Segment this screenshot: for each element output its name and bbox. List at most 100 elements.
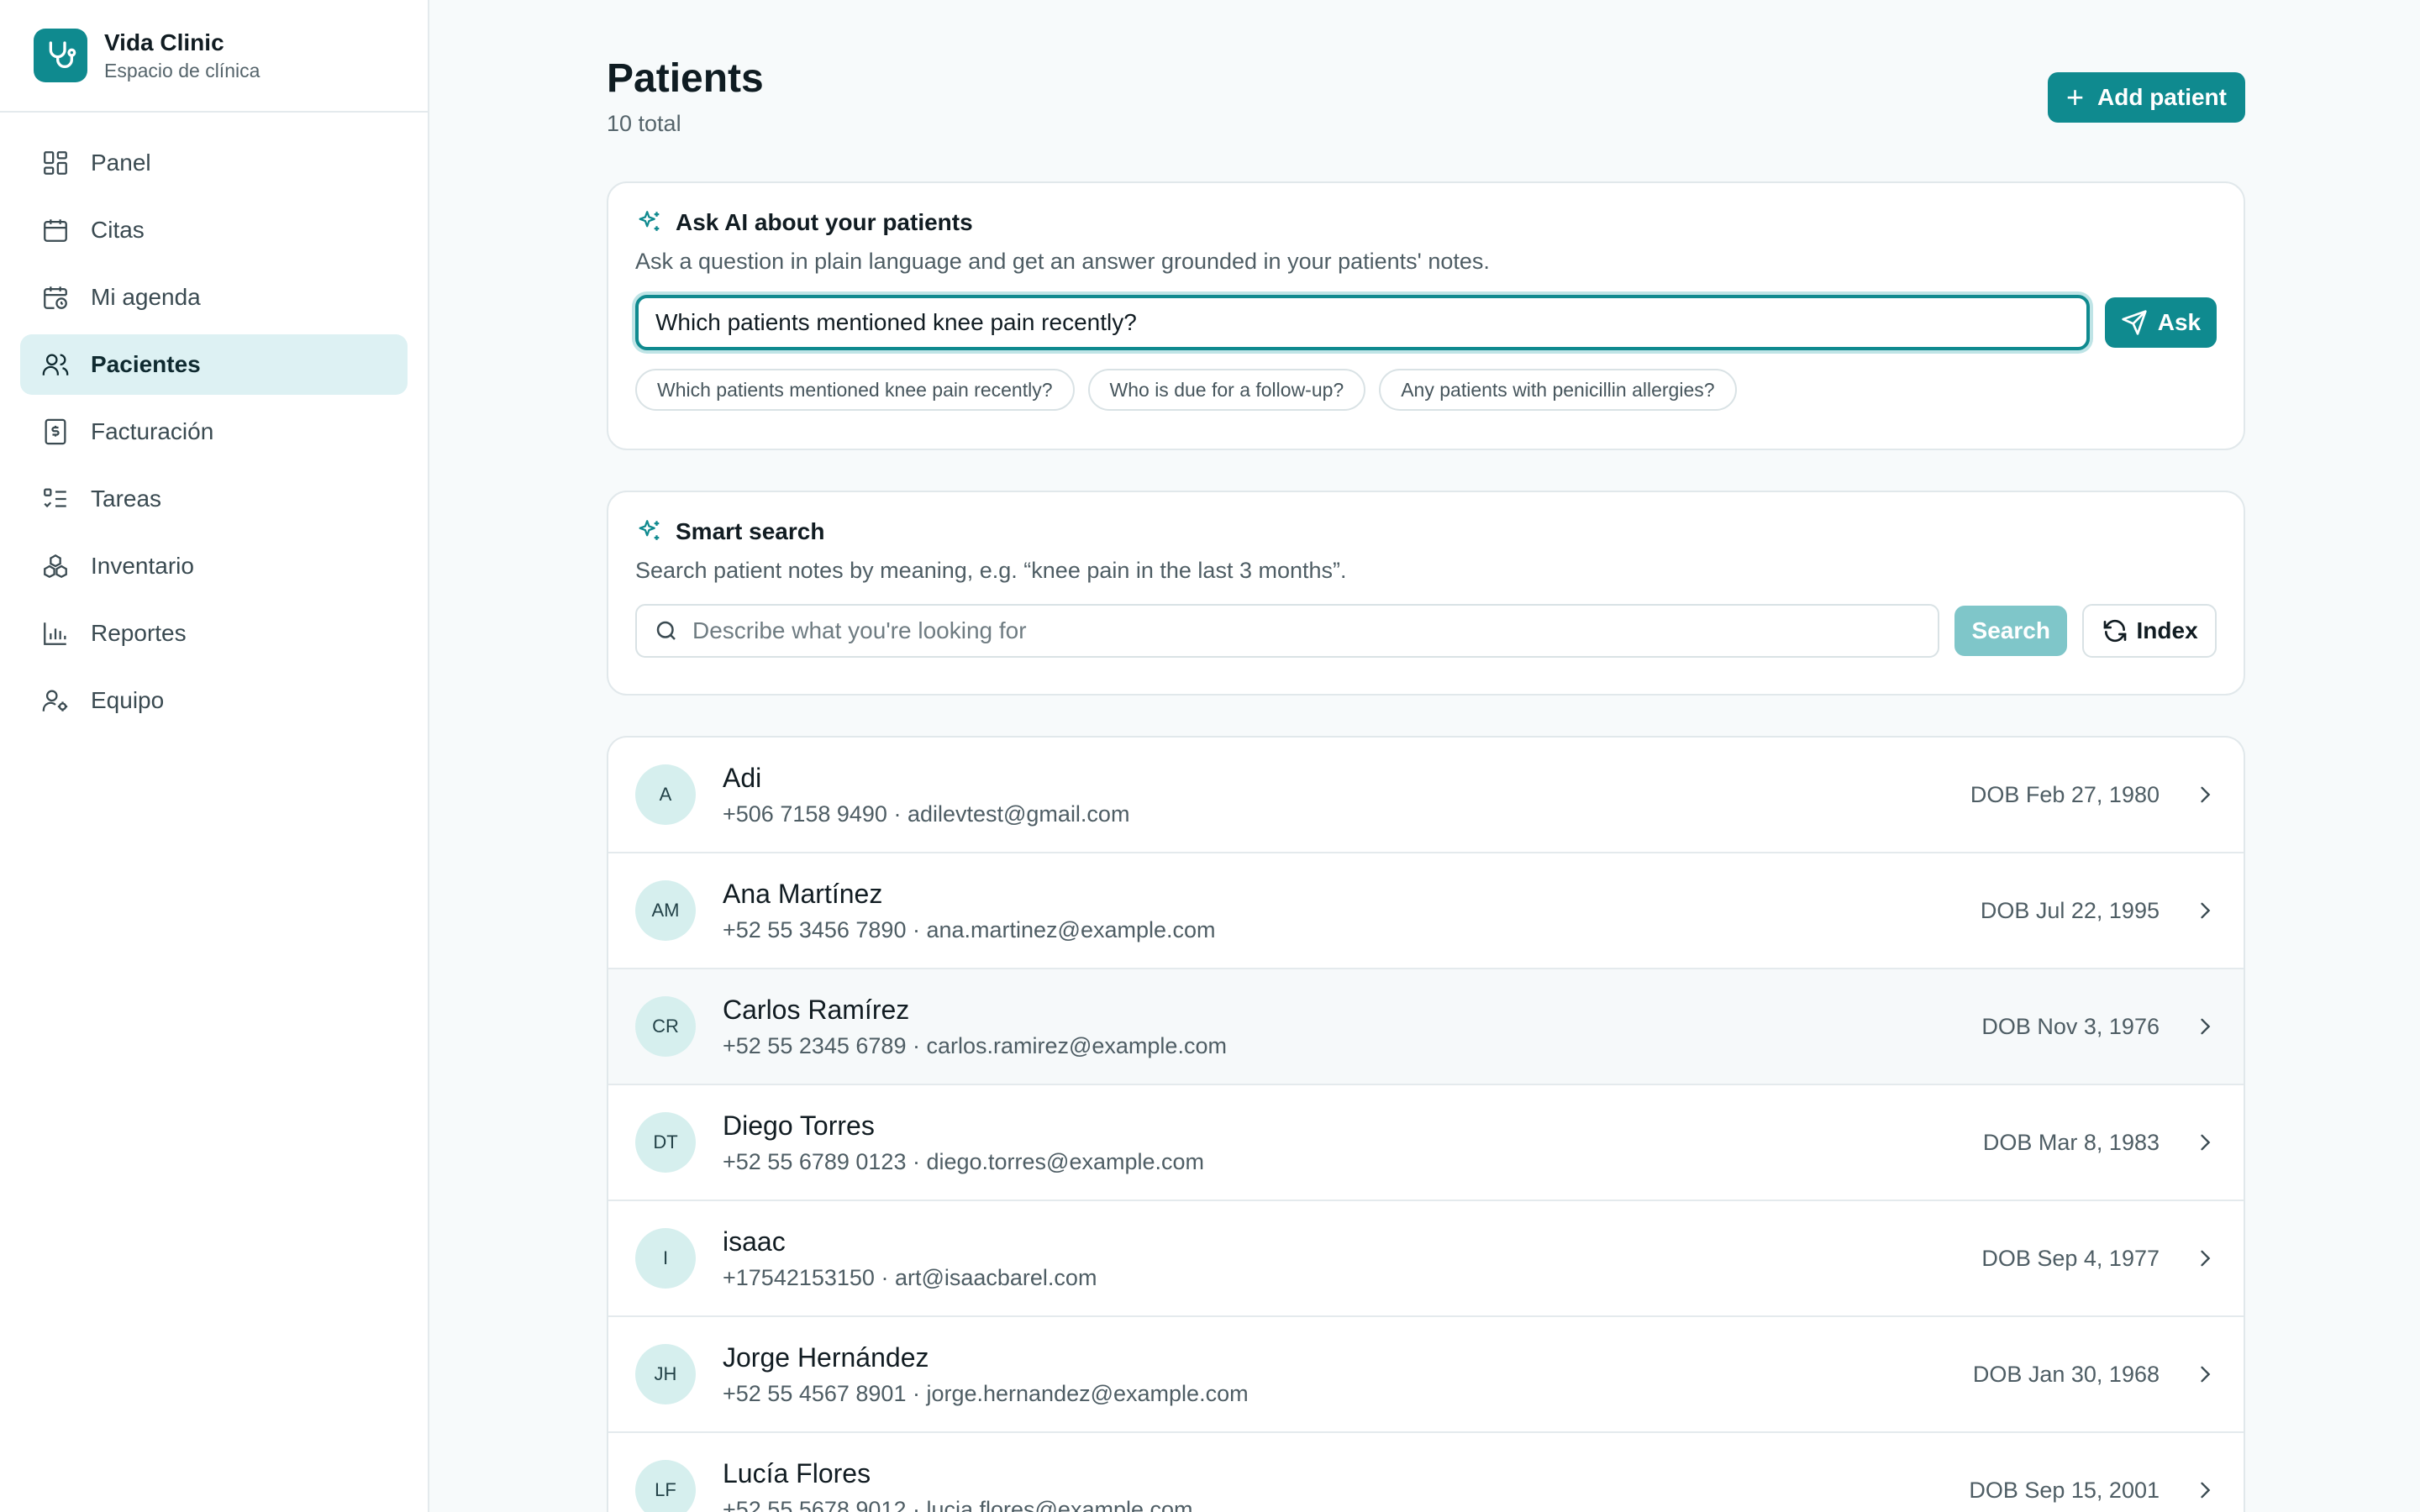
sidebar: Vida Clinic Espacio de clínica Panel Cit… bbox=[0, 0, 429, 1512]
patient-row[interactable]: CR Carlos Ramírez +52 55 2345 6789 · car… bbox=[608, 969, 2244, 1085]
search-icon bbox=[656, 621, 676, 640]
sidebar-item-citas[interactable]: Citas bbox=[20, 200, 408, 260]
patient-name: Lucía Flores bbox=[723, 1458, 871, 1488]
chevron-right-icon bbox=[2201, 1250, 2211, 1267]
sidebar-item-tareas[interactable]: Tareas bbox=[20, 469, 408, 529]
calendar-clock-icon bbox=[40, 282, 71, 312]
patient-name: Ana Martínez bbox=[723, 879, 883, 909]
ask-ai-card: Ask AI about your patients Ask a questio… bbox=[607, 181, 2245, 450]
users-icon bbox=[40, 349, 71, 380]
patient-list: A Adi +506 7158 9490 · adilevtest@gmail.… bbox=[607, 736, 2245, 1512]
patient-row[interactable]: LF Lucía Flores +52 55 5678 9012 · lucia… bbox=[608, 1433, 2244, 1512]
sidebar-item-equipo[interactable]: Equipo bbox=[20, 670, 408, 731]
receipt-dollar-icon bbox=[40, 417, 71, 447]
checklist-icon bbox=[40, 484, 71, 514]
add-patient-button[interactable]: + Add patient bbox=[2047, 72, 2245, 123]
sidebar-item-mi-agenda[interactable]: Mi agenda bbox=[20, 267, 408, 328]
brand-subtitle: Espacio de clínica bbox=[104, 60, 260, 81]
patient-row[interactable]: AM Ana Martínez +52 55 3456 7890 · ana.m… bbox=[608, 853, 2244, 969]
sidebar-item-facturacion[interactable]: Facturación bbox=[20, 402, 408, 462]
sidebar-item-reportes[interactable]: Reportes bbox=[20, 603, 408, 664]
ask-button[interactable]: Ask bbox=[2104, 297, 2217, 348]
patient-name: Diego Torres bbox=[723, 1110, 875, 1141]
send-icon bbox=[2122, 310, 2147, 335]
sidebar-nav: Panel Citas Mi agenda Pacientes Facturac… bbox=[0, 113, 428, 758]
patient-row[interactable]: JH Jorge Hernández +52 55 4567 8901 · jo… bbox=[608, 1317, 2244, 1433]
index-button[interactable]: Index bbox=[2082, 604, 2217, 658]
chevron-right-icon bbox=[2201, 1366, 2211, 1383]
patient-row[interactable]: I isaac +17542153150 · art@isaacbarel.co… bbox=[608, 1201, 2244, 1317]
ask-ai-description: Ask a question in plain language and get… bbox=[635, 249, 1490, 274]
avatar: AM bbox=[635, 880, 696, 941]
boxes-icon bbox=[40, 551, 71, 581]
patient-row[interactable]: A Adi +506 7158 9490 · adilevtest@gmail.… bbox=[608, 738, 2244, 853]
suggestion-chip[interactable]: Who is due for a follow-up? bbox=[1087, 369, 1366, 411]
patient-dob: DOB Mar 8, 1983 bbox=[1982, 1129, 2160, 1155]
smart-search-title: Smart search bbox=[676, 518, 825, 544]
brand-name: Vida Clinic bbox=[104, 29, 224, 55]
sidebar-item-label: Mi agenda bbox=[91, 284, 201, 310]
chevron-right-icon bbox=[2201, 786, 2211, 803]
brand: Vida Clinic Espacio de clínica bbox=[0, 0, 428, 113]
patient-dob: DOB Feb 27, 1980 bbox=[1970, 781, 2160, 807]
avatar: I bbox=[635, 1228, 696, 1289]
smart-search-card: Smart search Search patient notes by mea… bbox=[607, 491, 2245, 696]
calendar-icon bbox=[40, 215, 71, 245]
avatar: CR bbox=[635, 996, 696, 1057]
patient-contact: +52 55 3456 7890 · ana.martinez@example.… bbox=[723, 917, 1216, 942]
patient-dob: DOB Sep 4, 1977 bbox=[1981, 1245, 2160, 1271]
sidebar-item-label: Facturación bbox=[91, 418, 214, 444]
patient-dob: DOB Nov 3, 1976 bbox=[1981, 1013, 2160, 1039]
patient-dob: DOB Jul 22, 1995 bbox=[1980, 897, 2160, 923]
page-title: Patients bbox=[607, 56, 764, 101]
patient-contact: +52 55 5678 9012 · lucia.flores@example.… bbox=[723, 1497, 1193, 1512]
patient-row[interactable]: DT Diego Torres +52 55 6789 0123 · diego… bbox=[608, 1085, 2244, 1201]
patient-dob: DOB Sep 15, 2001 bbox=[1969, 1477, 2160, 1503]
avatar: A bbox=[635, 764, 696, 825]
sidebar-item-label: Panel bbox=[91, 150, 151, 176]
ask-ai-input[interactable] bbox=[635, 295, 2090, 350]
smart-search-input[interactable] bbox=[692, 617, 1939, 644]
patient-count: 10 total bbox=[607, 111, 681, 136]
patient-name: Carlos Ramírez bbox=[723, 995, 910, 1025]
patient-name: isaac bbox=[723, 1226, 786, 1257]
chevron-right-icon bbox=[2201, 1482, 2211, 1499]
patient-contact: +52 55 4567 8901 · jorge.hernandez@examp… bbox=[723, 1381, 1249, 1406]
refresh-icon bbox=[2103, 619, 2126, 643]
sidebar-item-pacientes[interactable]: Pacientes bbox=[20, 334, 408, 395]
avatar: DT bbox=[635, 1112, 696, 1173]
sparkles-icon bbox=[639, 211, 660, 231]
search-button[interactable]: Search bbox=[1954, 606, 2068, 656]
ask-label: Ask bbox=[2157, 309, 2202, 335]
patient-contact: +17542153150 · art@isaacbarel.com bbox=[723, 1265, 1097, 1290]
add-patient-label: Add patient bbox=[2097, 84, 2227, 110]
patient-contact: +52 55 2345 6789 · carlos.ramirez@exampl… bbox=[723, 1033, 1227, 1058]
suggestion-chip[interactable]: Any patients with penicillin allergies? bbox=[1379, 369, 1737, 411]
avatar: JH bbox=[635, 1344, 696, 1404]
smart-search-field[interactable] bbox=[635, 604, 1940, 658]
sidebar-item-inventario[interactable]: Inventario bbox=[20, 536, 408, 596]
sidebar-item-label: Citas bbox=[91, 217, 145, 243]
main-content: Patients 10 total + Add patient Ask AI a… bbox=[607, 0, 2245, 1512]
bar-chart-icon bbox=[40, 618, 71, 648]
chevron-right-icon bbox=[2201, 1018, 2211, 1035]
patient-contact: +506 7158 9490 · adilevtest@gmail.com bbox=[723, 801, 1130, 827]
sidebar-item-label: Reportes bbox=[91, 620, 187, 646]
smart-search-description: Search patient notes by meaning, e.g. “k… bbox=[635, 558, 1347, 583]
sidebar-item-panel[interactable]: Panel bbox=[20, 133, 408, 193]
chevron-right-icon bbox=[2201, 1134, 2211, 1151]
index-label: Index bbox=[2136, 617, 2198, 643]
sidebar-item-label: Pacientes bbox=[91, 351, 201, 377]
patient-contact: +52 55 6789 0123 · diego.torres@example.… bbox=[723, 1149, 1205, 1174]
dashboard-icon bbox=[40, 148, 71, 178]
patient-dob: DOB Jan 30, 1968 bbox=[1972, 1361, 2160, 1387]
stethoscope-icon bbox=[34, 29, 87, 82]
sparkles-icon bbox=[639, 520, 660, 540]
sidebar-item-label: Equipo bbox=[91, 687, 165, 713]
page-header: Patients 10 total + Add patient bbox=[607, 0, 2245, 168]
sidebar-item-label: Tareas bbox=[91, 486, 162, 512]
ask-ai-title: Ask AI about your patients bbox=[676, 209, 973, 235]
suggestion-chip[interactable]: Which patients mentioned knee pain recen… bbox=[635, 369, 1075, 411]
patient-name: Adi bbox=[723, 763, 762, 793]
suggestion-chips: Which patients mentioned knee pain recen… bbox=[635, 369, 2217, 411]
